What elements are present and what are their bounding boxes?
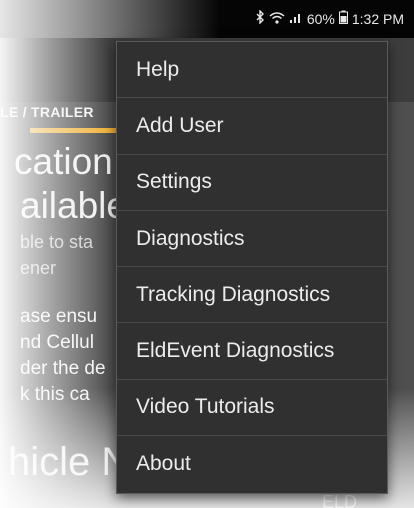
bluetooth-icon (255, 9, 265, 27)
location-heading-line-2: ailable (20, 185, 127, 226)
status-bar: 60% 1:32 PM (0, 0, 414, 38)
menu-item-video-tutorials[interactable]: Video Tutorials (117, 380, 387, 437)
body-text-line-4: k this ca (20, 384, 90, 405)
eld-label: ELD (322, 492, 358, 508)
menu-item-diagnostics[interactable]: Diagnostics (117, 211, 387, 268)
battery-icon (338, 10, 348, 27)
menu-item-tracking-diagnostics[interactable]: Tracking Diagnostics (117, 267, 387, 324)
body-text-line-3: der the de (20, 358, 106, 379)
accent-bar (30, 128, 130, 133)
battery-percent: 60% (306, 10, 335, 27)
body-text-line-1: ase ensu (20, 306, 98, 327)
location-subtext-line-2: ener (20, 258, 57, 278)
overflow-menu: Help Add User Settings Diagnostics Track… (116, 41, 388, 494)
body-text-line-2: nd Cellul (20, 332, 94, 353)
status-time: 1:32 PM (351, 10, 404, 27)
menu-item-about[interactable]: About (117, 436, 387, 492)
menu-item-help[interactable]: Help (117, 42, 387, 99)
location-heading-line-1: cation (14, 141, 113, 182)
wifi-icon (269, 11, 285, 27)
menu-item-eldevent-diagnostics[interactable]: EldEvent Diagnostics (117, 323, 387, 380)
menu-item-add-user[interactable]: Add User (117, 98, 387, 155)
location-subtext-line-1: ble to sta (20, 232, 94, 252)
tab-vehicle-trailer[interactable]: LE / TRAILER (0, 104, 94, 120)
signal-icon (289, 11, 303, 27)
menu-item-settings[interactable]: Settings (117, 155, 387, 211)
